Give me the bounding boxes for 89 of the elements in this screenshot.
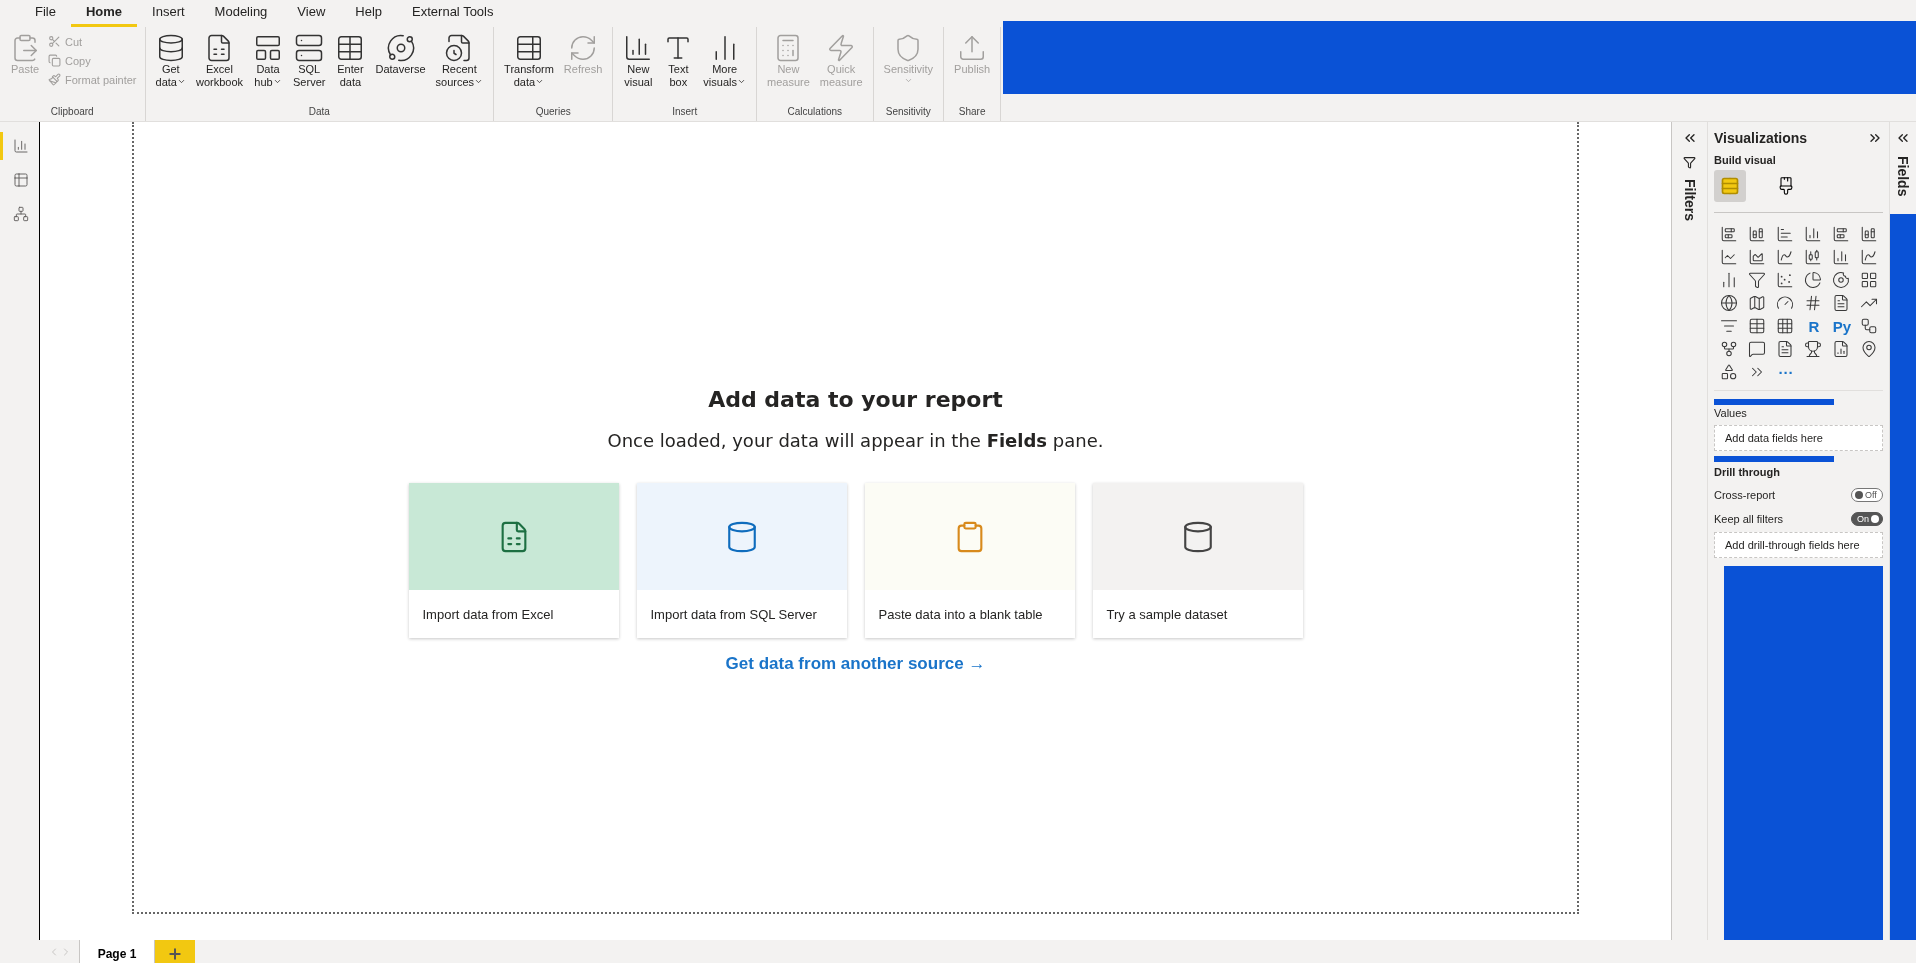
matrix-icon xyxy=(1776,317,1794,335)
map-icon xyxy=(1748,294,1766,312)
group-label: Calculations xyxy=(786,106,843,119)
import-card[interactable]: Import data from SQL Server xyxy=(636,483,847,638)
ribbon-button[interactable]: Data hub xyxy=(249,31,288,106)
toggle-switch[interactable]: Off xyxy=(1851,488,1883,502)
caret-icon xyxy=(176,77,186,86)
welcome-subtitle: Once loaded, your data will appear in the Fields pane. xyxy=(607,430,1104,451)
gauge-icon xyxy=(1776,294,1794,312)
ribbon-button[interactable]: Excel workbook xyxy=(191,31,248,106)
ribbon-button[interactable]: Text box xyxy=(659,31,698,106)
import-card[interactable]: Import data from Excel xyxy=(408,483,619,638)
drop-field[interactable]: Add data fields here xyxy=(1714,425,1883,451)
menu-tab[interactable]: View xyxy=(282,2,341,27)
caret-icon xyxy=(535,77,545,86)
ribbon-button[interactable]: Enter data xyxy=(331,31,370,106)
group-label: Data xyxy=(307,106,331,119)
page-tab[interactable]: Page 1 xyxy=(80,940,155,963)
section-label: Drill through xyxy=(1714,466,1781,478)
fields-grid-icon xyxy=(1720,175,1740,197)
ribbon-button[interactable]: SQL Server xyxy=(289,31,330,106)
visual-type-button[interactable] xyxy=(1802,338,1824,360)
server-icon xyxy=(294,33,325,63)
table-icon xyxy=(1748,317,1766,335)
pane-title: Visualizations xyxy=(1714,130,1808,146)
line-chart-icon xyxy=(1720,248,1738,266)
swirl-icon xyxy=(385,33,416,63)
get-data-link[interactable]: Get data from another source → xyxy=(725,654,986,674)
ribbon-button[interactable]: New visual xyxy=(619,31,658,106)
menu-tab[interactable]: Modeling xyxy=(199,2,283,27)
area-chart-icon xyxy=(1748,248,1766,266)
menu-tab[interactable]: External Tools xyxy=(397,2,509,27)
group-label: Clipboard xyxy=(49,106,95,119)
ribbon-button[interactable]: More visuals xyxy=(699,31,750,106)
globe-icon xyxy=(1720,294,1738,312)
ribbon-button[interactable]: Get data xyxy=(151,31,190,106)
plus-icon xyxy=(167,946,183,962)
toggle-label: Keep all filters xyxy=(1714,513,1784,525)
caret-icon xyxy=(474,77,484,86)
drop-field[interactable]: Add drill-through fields here xyxy=(1714,532,1883,558)
decomposition-tree-icon xyxy=(1720,340,1738,358)
group-label: Sensitivity xyxy=(884,106,932,119)
menu-tab[interactable]: File xyxy=(20,2,71,27)
ribbon-button[interactable]: Dataverse xyxy=(371,31,430,106)
column-chart-icon xyxy=(1804,225,1822,243)
treemap-icon xyxy=(1860,271,1878,289)
paintbrush-icon xyxy=(48,73,61,86)
slicer-icon xyxy=(1720,317,1738,335)
toggle-label: Cross-report xyxy=(1714,489,1776,501)
caret-icon xyxy=(272,77,282,86)
add-page-button[interactable] xyxy=(155,940,195,963)
section-label: Build visual xyxy=(1714,154,1777,166)
ribbon-button[interactable]: Recent sources xyxy=(431,31,488,106)
filter-icon xyxy=(1683,156,1696,169)
caret-icon xyxy=(737,77,746,86)
ribbon-button[interactable]: Transform data xyxy=(500,31,558,106)
welcome-title: Add data to your report xyxy=(708,387,1003,412)
caret-icon xyxy=(903,76,913,85)
import-card[interactable]: Paste data into a blank table xyxy=(864,483,1075,638)
copy-icon xyxy=(48,54,61,67)
visual-type-button[interactable]: Py xyxy=(1830,315,1854,337)
trophy-icon xyxy=(1804,340,1822,358)
menu-tab[interactable]: Home xyxy=(70,2,138,27)
scatter-icon xyxy=(1776,271,1794,289)
toggle-switch[interactable]: On xyxy=(1851,512,1883,526)
donut-chart-icon xyxy=(1832,271,1850,289)
group-label: Queries xyxy=(534,106,572,119)
section-label: Values xyxy=(1714,407,1748,419)
group-label: Share xyxy=(957,106,987,119)
filters-pane-title[interactable]: Filters xyxy=(1681,179,1698,221)
funnel-icon xyxy=(1748,271,1766,289)
import-card[interactable]: Try a sample dataset xyxy=(1092,483,1303,638)
speech-bubble-icon xyxy=(1748,340,1766,358)
bar-chart-icon xyxy=(1776,225,1794,243)
group-label: Insert xyxy=(671,106,699,119)
visual-type-button[interactable]: R xyxy=(1802,315,1826,337)
map-pin-icon xyxy=(1860,340,1878,358)
visual-type-button[interactable] xyxy=(1718,292,1740,314)
stacked-bar-icon xyxy=(1720,225,1738,243)
report-view-icon xyxy=(13,138,29,154)
stacked-column-icon xyxy=(1748,225,1766,243)
fields-pane-title[interactable]: Fields xyxy=(1895,156,1911,197)
menu-tab[interactable]: Insert xyxy=(137,2,200,27)
visual-type-button[interactable] xyxy=(1802,269,1824,291)
scissors-icon xyxy=(48,35,61,48)
visual-type-button[interactable] xyxy=(1830,269,1852,291)
menu-tab[interactable]: Help xyxy=(340,2,398,27)
visual-type-button[interactable]: ··· xyxy=(1774,361,1798,383)
pie-chart-icon xyxy=(1804,271,1822,289)
